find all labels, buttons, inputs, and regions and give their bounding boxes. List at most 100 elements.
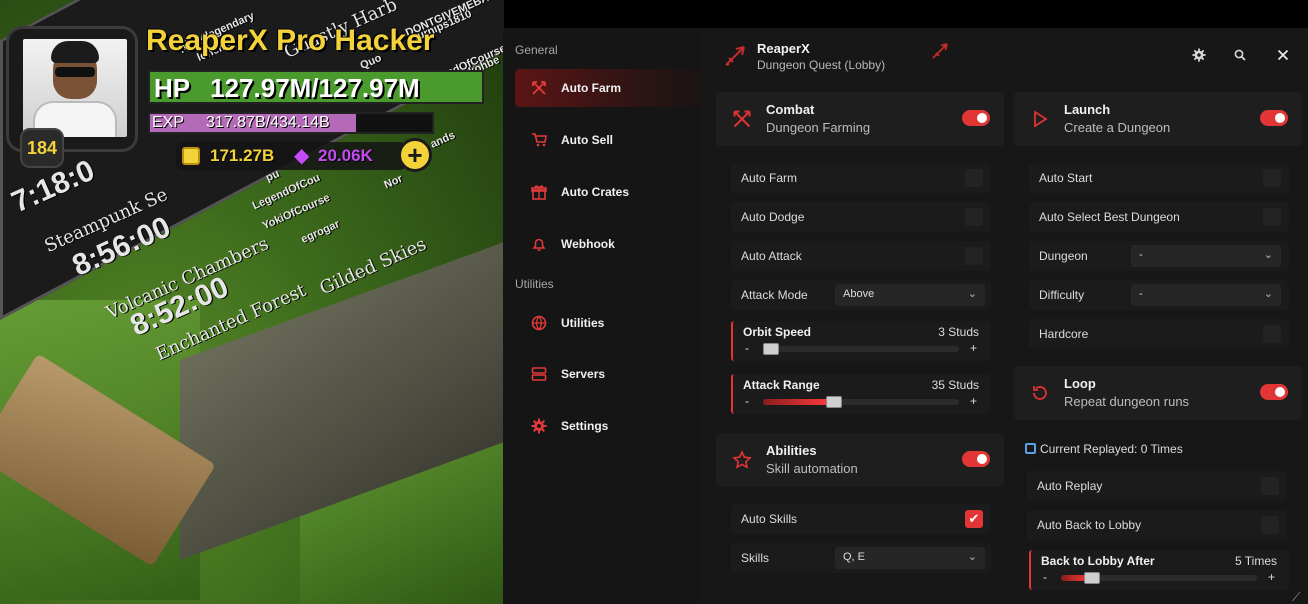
back-to-lobby-after-increase-button[interactable]: + <box>1268 570 1275 584</box>
auto-attack-checkbox[interactable] <box>965 247 983 265</box>
launch-subtitle: Create a Dungeon <box>1064 120 1171 135</box>
gift-icon <box>531 184 547 200</box>
auto-start-row[interactable]: Auto Start <box>1029 163 1289 193</box>
back-to-lobby-after-label: Back to Lobby After <box>1041 554 1155 568</box>
currency-bar: 171.27B ◆ 20.06K <box>176 142 406 170</box>
auto-attack-row[interactable]: Auto Attack <box>731 241 991 271</box>
auto-back-to-lobby-label: Auto Back to Lobby <box>1037 518 1142 532</box>
sidebar-item-auto-farm[interactable]: Auto Farm <box>515 69 701 107</box>
auto-replay-checkbox[interactable] <box>1261 477 1279 495</box>
orbit-speed-value: 3 Studs <box>938 325 979 339</box>
auto-select-best-dungeon-row[interactable]: Auto Select Best Dungeon <box>1029 202 1289 232</box>
auto-select-best-dungeon-label: Auto Select Best Dungeon <box>1039 210 1180 224</box>
sidebar-item-webhook[interactable]: Webhook <box>515 225 701 263</box>
dungeon-dropdown[interactable]: - ⌄ <box>1131 245 1281 267</box>
play-icon <box>1030 109 1050 129</box>
auto-farm-row[interactable]: Auto Farm <box>731 163 991 193</box>
loop-title: Loop <box>1064 376 1096 391</box>
orbit-speed-decrease-button[interactable]: - <box>745 341 749 355</box>
search-button[interactable] <box>1226 42 1254 68</box>
orbit-speed-increase-button[interactable]: + <box>970 341 977 355</box>
resize-handle-icon[interactable]: ⟋ <box>1292 590 1304 604</box>
skills-dropdown[interactable]: Q, E ⌄ <box>835 547 985 569</box>
orbit-speed-track[interactable] <box>763 343 959 355</box>
star-icon <box>732 450 752 470</box>
exp-label: EXP <box>152 114 185 131</box>
combat-section-header[interactable]: Combat Dungeon Farming <box>716 92 1004 146</box>
combat-toggle[interactable] <box>962 110 990 126</box>
current-replayed-status: Current Replayed: 0 Times <box>1025 442 1183 456</box>
app-title: ReaperX <box>757 41 810 56</box>
auto-skills-checkbox[interactable]: ✔ <box>965 510 983 528</box>
attack-mode-dropdown[interactable]: Above ⌄ <box>835 284 985 306</box>
auto-farm-checkbox[interactable] <box>965 169 983 187</box>
level-badge: 184 <box>20 128 64 168</box>
game-subtitle: Dungeon Quest (Lobby) <box>757 58 886 72</box>
bell-icon <box>531 236 547 252</box>
auto-skills-label: Auto Skills <box>741 512 798 526</box>
sidebar-item-label: Webhook <box>561 237 615 251</box>
orbit-speed-handle[interactable] <box>763 343 779 355</box>
exp-bar: EXP 317.87B/434.14B <box>148 112 434 134</box>
search-icon <box>1234 49 1246 61</box>
sidebar-item-label: Auto Crates <box>561 185 630 199</box>
attack-range-decrease-button[interactable]: - <box>745 394 749 408</box>
loop-section-header[interactable]: Loop Repeat dungeon runs <box>1014 366 1302 420</box>
sidebar-item-settings[interactable]: Settings <box>515 407 701 445</box>
auto-skills-row[interactable]: Auto Skills ✔ <box>731 504 991 534</box>
loop-toggle[interactable] <box>1260 384 1288 400</box>
abilities-toggle[interactable] <box>962 451 990 467</box>
gem-amount: 20.06K <box>318 146 373 165</box>
back-to-lobby-after-slider[interactable]: Back to Lobby After 5 Times - + <box>1029 550 1289 590</box>
title-bar[interactable]: ReaperX Dungeon Quest (Lobby) <box>701 28 1308 82</box>
hardcore-checkbox[interactable] <box>1263 325 1281 343</box>
auto-start-checkbox[interactable] <box>1263 169 1281 187</box>
sidebar: General Auto Farm Auto Sell Auto Crates … <box>503 28 701 604</box>
back-to-lobby-after-track[interactable] <box>1061 572 1257 584</box>
attack-range-slider[interactable]: Attack Range 35 Studs - + <box>731 374 991 414</box>
auto-back-to-lobby-checkbox[interactable] <box>1261 516 1279 534</box>
close-button[interactable] <box>1269 42 1297 68</box>
sidebar-item-auto-sell[interactable]: Auto Sell <box>515 121 701 159</box>
difficulty-dropdown[interactable]: - ⌄ <box>1131 284 1281 306</box>
auto-back-to-lobby-row[interactable]: Auto Back to Lobby <box>1027 510 1287 540</box>
repeat-icon <box>1025 443 1036 454</box>
back-to-lobby-after-handle[interactable] <box>1084 572 1101 584</box>
player-name: ReaperX Pro Hacker <box>146 24 435 57</box>
skills-label: Skills <box>741 551 770 565</box>
gear-icon <box>531 418 547 434</box>
gold-amount: 171.27B <box>210 146 275 165</box>
auto-dodge-row[interactable]: Auto Dodge <box>731 202 991 232</box>
attack-range-track[interactable] <box>763 396 959 408</box>
hardcore-label: Hardcore <box>1039 327 1089 341</box>
current-replayed-text: Current Replayed: 0 Times <box>1040 442 1183 456</box>
add-currency-button[interactable]: + <box>398 138 432 172</box>
dungeon-value: - <box>1139 249 1143 261</box>
gold-coin-icon <box>182 147 200 165</box>
attack-mode-row: Attack Mode Above ⌄ <box>731 280 991 310</box>
gear-icon <box>1192 48 1206 62</box>
auto-select-best-dungeon-checkbox[interactable] <box>1263 208 1281 226</box>
refresh-icon <box>1030 383 1050 403</box>
main-content: ReaperX Dungeon Quest (Lobby) Combat Dun… <box>701 28 1308 604</box>
cart-icon <box>531 132 547 148</box>
attack-range-label: Attack Range <box>743 378 820 392</box>
launch-toggle[interactable] <box>1260 110 1288 126</box>
sidebar-item-label: Auto Sell <box>561 133 614 147</box>
sidebar-item-servers[interactable]: Servers <box>515 355 701 393</box>
attack-range-handle[interactable] <box>825 396 842 408</box>
orbit-speed-slider[interactable]: Orbit Speed 3 Studs - + <box>731 321 991 361</box>
back-to-lobby-after-decrease-button[interactable]: - <box>1043 570 1047 584</box>
sidebar-item-utilities[interactable]: Utilities <box>515 304 701 342</box>
auto-replay-row[interactable]: Auto Replay <box>1027 471 1287 501</box>
launch-section-header[interactable]: Launch Create a Dungeon <box>1014 92 1302 146</box>
abilities-section-header[interactable]: Abilities Skill automation <box>716 433 1004 487</box>
auto-dodge-checkbox[interactable] <box>965 208 983 226</box>
attack-range-increase-button[interactable]: + <box>970 394 977 408</box>
settings-button[interactable] <box>1185 42 1213 68</box>
sidebar-item-auto-crates[interactable]: Auto Crates <box>515 173 701 211</box>
hardcore-row[interactable]: Hardcore <box>1029 319 1289 349</box>
sidebar-item-label: Auto Farm <box>561 81 621 95</box>
auto-attack-label: Auto Attack <box>741 249 802 263</box>
dungeon-label: Dungeon <box>1039 249 1088 263</box>
